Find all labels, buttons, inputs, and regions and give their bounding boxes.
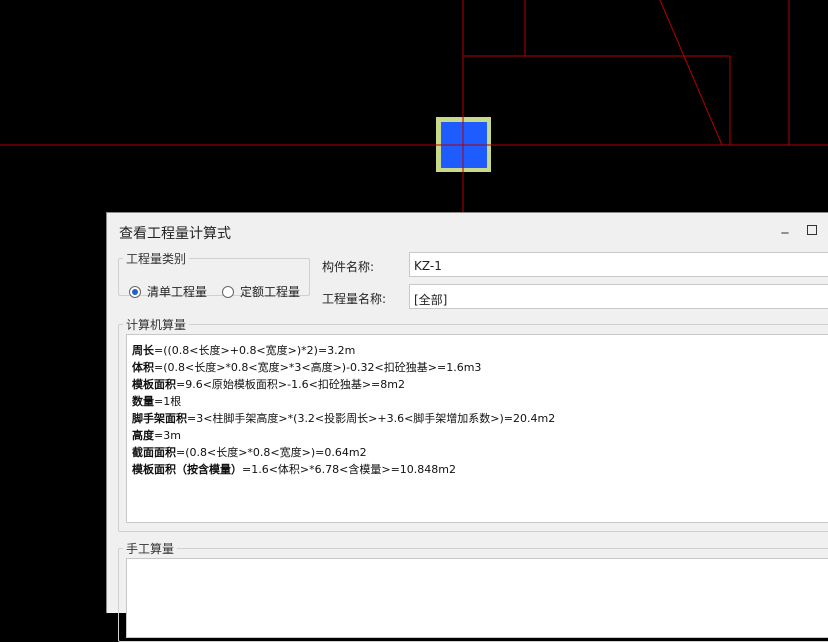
column-kz1[interactable]	[436, 117, 491, 172]
formula-line: 高度=3m	[132, 427, 181, 443]
component-name-label: 构件名称:	[322, 260, 375, 274]
formula-line: 模板面积（按含模量）=1.6<体积>*6.78<含模量>=10.848m2	[132, 461, 456, 477]
formula-line: 周长=((0.8<长度>+0.8<宽度>)*2)=3.2m	[132, 342, 355, 358]
quantity-category-group: 工程量类别 清单工程量 定额工程量	[118, 250, 310, 299]
formula-text-area[interactable]: 周长=((0.8<长度>+0.8<宽度>)*2)=3.2m 体积=(0.8<长度…	[126, 334, 828, 523]
formula-name: 体积	[132, 361, 154, 374]
computer-quantity-legend: 计算机算量	[126, 318, 187, 332]
manual-quantity-legend: 手工算量	[126, 542, 175, 556]
quantity-category-legend: 工程量类别	[126, 252, 187, 266]
dialog-title: 查看工程量计算式	[119, 226, 231, 242]
formula-line: 模板面积=9.6<原始模板面积>-1.6<扣砼独基>=8m2	[132, 376, 405, 392]
minimize-button[interactable]: _	[778, 217, 792, 237]
formula-name: 周长	[132, 344, 154, 357]
formula-line: 截面面积=(0.8<长度>*0.8<宽度>)=0.64m2	[132, 444, 367, 460]
component-name-field[interactable]: KZ-1	[409, 252, 828, 277]
formula-name: 数量	[132, 395, 154, 408]
radio-selected-icon	[129, 285, 141, 298]
quantity-formula-dialog: 查看工程量计算式 _ 工程量类别 清单工程量 定额工程量 构件名称: KZ-1 …	[106, 212, 828, 642]
formula-name: 截面面积	[132, 446, 176, 459]
radio-quota-quantity[interactable]: 定额工程量	[222, 283, 300, 300]
formula-name: 脚手架面积	[132, 412, 187, 425]
formula-name: 高度	[132, 429, 154, 442]
formula-expression: =9.6<原始模板面积>-1.6<扣砼独基>=8m2	[176, 378, 405, 391]
radio-unselected-icon	[222, 285, 234, 298]
formula-expression: =(0.8<长度>*0.8<宽度>)=0.64m2	[176, 446, 367, 459]
maximize-button[interactable]	[807, 225, 817, 235]
quantity-name-label: 工程量名称:	[322, 292, 387, 306]
formula-expression: =((0.8<长度>+0.8<宽度>)*2)=3.2m	[154, 344, 356, 357]
quantity-name-field[interactable]: [全部]	[409, 284, 828, 309]
formula-expression: =3m	[154, 429, 181, 442]
radio-quota-label: 定额工程量	[240, 285, 301, 299]
formula-line: 体积=(0.8<长度>*0.8<宽度>*3<高度>)-0.32<扣砼独基>=1.…	[132, 359, 481, 375]
manual-text-area[interactable]	[126, 558, 828, 638]
formula-line: 脚手架面积=3<柱脚手架高度>*(3.2<投影周长>+3.6<脚手架增加系数>)…	[132, 410, 555, 426]
formula-expression: =(0.8<长度>*0.8<宽度>*3<高度>)-0.32<扣砼独基>=1.6m…	[154, 361, 482, 374]
radio-list-label: 清单工程量	[147, 285, 208, 299]
formula-expression: =3<柱脚手架高度>*(3.2<投影周长>+3.6<脚手架增加系数>)=20.4…	[187, 412, 556, 425]
formula-line: 数量=1根	[132, 393, 181, 409]
formula-name: 模板面积（按含模量）	[132, 463, 242, 476]
formula-expression: =1根	[154, 395, 182, 408]
diagonal-line	[659, 0, 723, 146]
formula-expression: =1.6<体积>*6.78<含模量>=10.848m2	[242, 463, 456, 476]
formula-name: 模板面积	[132, 378, 176, 391]
radio-list-quantity[interactable]: 清单工程量	[129, 283, 207, 300]
